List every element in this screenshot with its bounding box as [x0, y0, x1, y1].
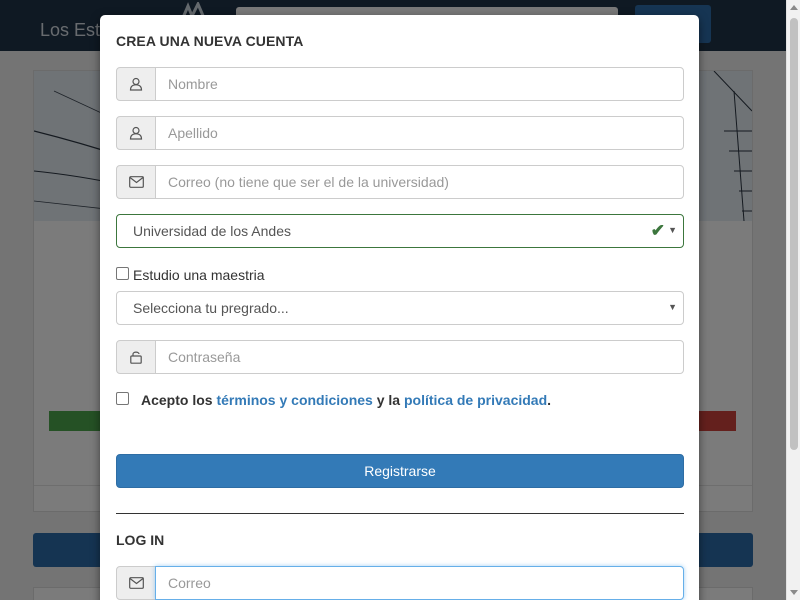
scrollbar[interactable] — [786, 0, 800, 600]
terms-link[interactable]: términos y condiciones — [216, 392, 372, 408]
university-select-value: Universidad de los Andes — [133, 223, 291, 239]
last-name-input[interactable] — [155, 116, 684, 150]
caret-down-icon: ▼ — [668, 225, 677, 235]
envelope-icon — [116, 566, 156, 600]
first-name-group — [116, 67, 684, 101]
caret-down-icon: ▼ — [668, 302, 677, 312]
terms-suffix: . — [547, 392, 552, 408]
university-select[interactable]: Universidad de los Andes ✔ ▼ — [116, 214, 684, 248]
user-icon — [116, 116, 156, 150]
modal-title: CREA UNA NUEVA CUENTA — [116, 33, 304, 49]
password-group — [116, 340, 684, 374]
check-icon: ✔ — [650, 221, 665, 240]
password-field[interactable] — [155, 340, 684, 374]
last-name-group — [116, 116, 684, 150]
privacy-link[interactable]: política de privacidad — [404, 392, 547, 408]
login-email-group — [116, 566, 684, 600]
masters-checkbox-label[interactable]: Estudio una maestria — [133, 267, 265, 283]
terms-prefix: Acepto los — [141, 392, 213, 408]
terms-checkbox[interactable] — [116, 392, 129, 405]
scroll-up-icon[interactable] — [790, 5, 798, 10]
login-email-field[interactable] — [155, 566, 684, 600]
login-title: LOG IN — [116, 532, 165, 548]
signup-modal: CREA UNA NUEVA CUENTA Universidad de los… — [100, 15, 699, 600]
terms-middle: y la — [376, 392, 401, 408]
terms-text: Acepto los términos y condiciones y la p… — [141, 392, 551, 408]
register-button[interactable]: Registrarse — [116, 454, 684, 488]
first-name-input[interactable] — [155, 67, 684, 101]
masters-checkbox[interactable] — [116, 267, 129, 280]
lock-icon — [116, 340, 156, 374]
envelope-icon — [116, 165, 156, 199]
divider — [116, 513, 684, 514]
email-group — [116, 165, 684, 199]
undergrad-select-value: Selecciona tu pregrado... — [133, 300, 289, 316]
email-field[interactable] — [155, 165, 684, 199]
scroll-thumb[interactable] — [790, 18, 798, 450]
scroll-down-icon[interactable] — [790, 590, 798, 595]
user-icon — [116, 67, 156, 101]
undergrad-select[interactable]: Selecciona tu pregrado... ▼ — [116, 291, 684, 325]
